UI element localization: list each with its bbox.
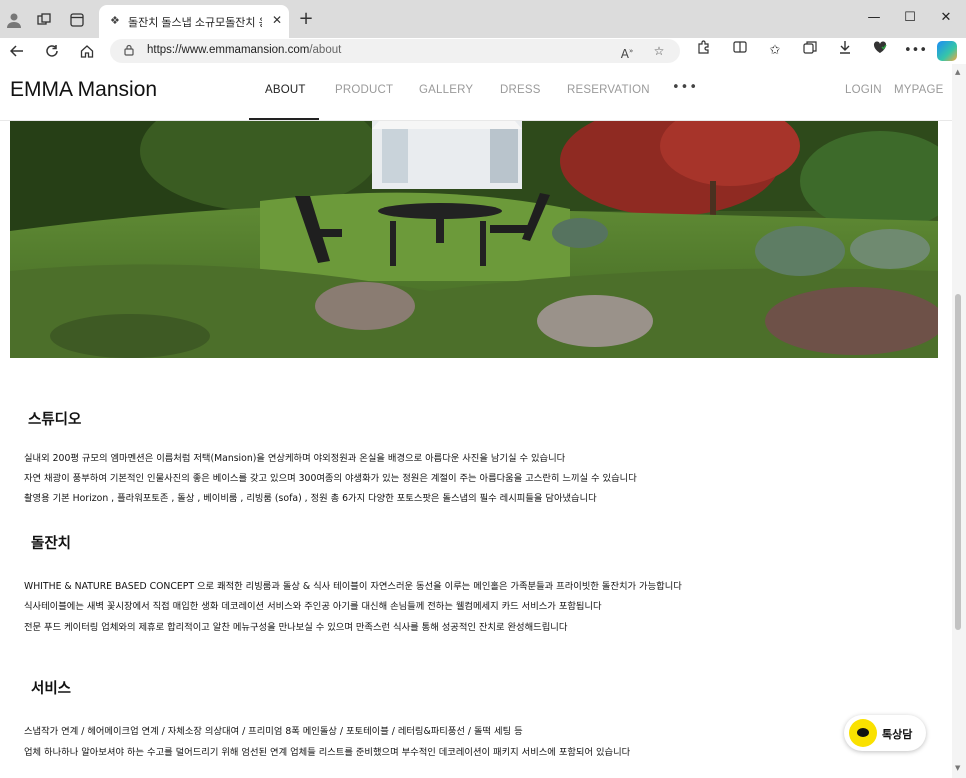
section-title-studio: 스튜디오 <box>28 412 82 428</box>
tab-actions-icon[interactable] <box>66 9 88 31</box>
lock-icon[interactable] <box>124 44 134 59</box>
menu-dress[interactable]: DRESS <box>500 84 541 96</box>
studio-line-3: 촬영용 기본 Horizon , 플라워포토존 , 돌상 , 베이비룸 , 리빙… <box>24 493 597 504</box>
site-header: EMMA Mansion ABOUT PRODUCT GALLERY DRESS… <box>0 64 952 121</box>
scroll-up-icon[interactable]: ▲ <box>955 68 960 76</box>
menu-gallery[interactable]: GALLERY <box>419 84 473 96</box>
tab-title: 돌잔치 돌스냅 소규모돌잔치 응접 <box>128 17 262 29</box>
service-line-2: 업체 하나하나 알아보셔야 하는 수고를 덜어드리기 위해 엄선된 연계 업체들… <box>24 747 631 758</box>
new-tab-icon[interactable]: + <box>296 10 316 30</box>
profile-icon[interactable] <box>3 9 25 31</box>
active-menu-underline <box>249 118 319 120</box>
studio-line-2: 자연 채광이 풍부하여 기본적인 인물사진의 좋은 베이스를 갖고 있으며 30… <box>24 473 637 484</box>
split-screen-icon[interactable] <box>729 40 751 62</box>
dol-party-line-1: WHITHE & NATURE BASED CONCEPT 으로 쾌적한 리빙룸… <box>24 581 682 592</box>
close-tab-icon[interactable]: ✕ <box>269 12 285 28</box>
browser-toolbar: https://www.emmamansion.com/about A» ☆ ✩… <box>0 38 966 64</box>
home-icon[interactable] <box>76 40 98 62</box>
favorites-icon[interactable]: ✩ <box>764 40 786 62</box>
active-tab[interactable]: ❖ 돌잔치 돌스냅 소규모돌잔치 응접 ✕ <box>99 5 289 38</box>
service-line-1: 스냅작가 연계 / 헤어메이크업 연계 / 자체소장 의상대여 / 프리미엄 8… <box>24 726 523 737</box>
browser-tab-strip: ❖ 돌잔치 돌스냅 소규모돌잔치 응접 ✕ + — ☐ ✕ <box>0 0 966 38</box>
download-icon[interactable] <box>834 40 856 62</box>
kakao-chat-label: 톡상담 <box>882 728 913 741</box>
chat-bubble-icon <box>849 719 877 747</box>
refresh-icon[interactable] <box>41 40 63 62</box>
menu-product[interactable]: PRODUCT <box>335 84 393 96</box>
site-logo[interactable]: EMMA Mansion <box>10 78 157 102</box>
menu-reservation[interactable]: RESERVATION <box>567 84 650 96</box>
section-title-service: 서비스 <box>31 681 72 697</box>
hero-garden-image <box>10 121 938 358</box>
login-link[interactable]: LOGIN <box>845 84 882 96</box>
address-url: https://www.emmamansion.com/about <box>147 44 341 56</box>
section-title-dol-party: 돌잔치 <box>31 536 72 552</box>
address-bar[interactable]: https://www.emmamansion.com/about A» ☆ <box>110 39 680 63</box>
dol-party-line-2: 식사테이블에는 새벽 꽃시장에서 직접 매입한 생화 데코레이션 서비스와 주인… <box>24 601 602 612</box>
favicon-icon: ❖ <box>110 14 120 27</box>
more-icon[interactable]: ••• <box>904 40 927 62</box>
scroll-thumb[interactable] <box>955 294 961 630</box>
workspaces-icon[interactable] <box>33 9 55 31</box>
minimize-icon[interactable]: — <box>859 8 889 28</box>
url-host: https://www.emmamansion.com <box>147 44 310 56</box>
read-aloud-icon[interactable]: A» <box>618 42 636 61</box>
copilot-icon[interactable] <box>937 41 957 61</box>
kakao-chat-button[interactable]: 톡상담 <box>844 715 926 751</box>
extensions-icon[interactable] <box>692 40 714 62</box>
dol-party-line-3: 전문 푸드 케이터링 업체와의 제휴로 합리적이고 알찬 메뉴구성을 만나보실 … <box>24 622 568 633</box>
studio-line-1: 실내외 200평 규모의 엠마멘션은 이름처럼 저택(Mansion)을 연상케… <box>24 453 566 464</box>
back-icon[interactable] <box>6 40 28 62</box>
collections-icon[interactable] <box>799 40 821 62</box>
menu-more-icon[interactable]: ••• <box>672 80 698 95</box>
menu-about[interactable]: ABOUT <box>265 84 306 96</box>
star-icon[interactable]: ☆ <box>650 42 668 60</box>
scroll-down-icon[interactable]: ▼ <box>955 764 960 772</box>
close-window-icon[interactable]: ✕ <box>931 8 961 28</box>
heart-shield-icon[interactable] <box>869 40 891 62</box>
maximize-icon[interactable]: ☐ <box>895 8 925 28</box>
mypage-link[interactable]: MYPAGE <box>894 84 944 96</box>
page-scrollbar[interactable]: ▲ ▼ <box>952 64 966 778</box>
url-path: /about <box>309 44 342 56</box>
